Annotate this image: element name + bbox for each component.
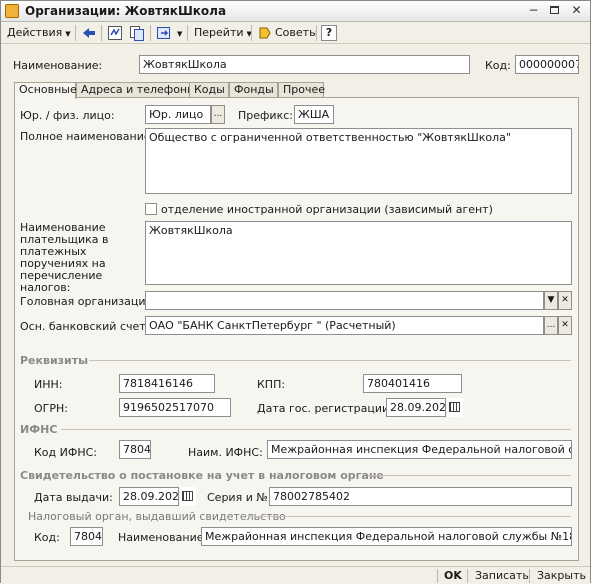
bank-account-clear-button[interactable]: ✕ [558,316,572,335]
inn-label: ИНН: [34,378,63,391]
full-name-textarea[interactable]: Общество с ограниченной ответственностью… [145,128,572,194]
certificate-divider [368,475,571,476]
issue-date-input[interactable]: 28.09.2022 [119,487,179,506]
inn-input[interactable]: 7818416146 [119,374,215,393]
head-org-field[interactable] [145,291,544,310]
reg-date-input[interactable]: 28.09.2022 [386,398,446,417]
chevron-down-icon: ▼ [65,30,71,38]
foreign-branch-checkbox[interactable] [145,203,157,215]
requisites-section-title: Реквизиты [20,354,89,367]
tips-button[interactable]: Советы [275,25,318,41]
actions-menu-button[interactable]: Действия ▼ [7,25,71,41]
goto-menu-label: Перейти [194,26,244,39]
ogrn-input[interactable]: 9196502517070 [119,398,231,417]
tab-addresses[interactable]: Адреса и телефоны [76,82,202,98]
move-icon[interactable] [156,25,172,41]
legal-type-label: Юр. / физ. лицо: [20,109,115,122]
ogrn-label: ОГРН: [34,402,68,415]
maximize-button[interactable] [546,3,563,19]
authority-code-label: Код: [34,531,60,544]
chevron-down-icon: ▼ [177,30,183,38]
back-arrow-icon[interactable] [81,25,97,41]
window-title: Организации: ЖовтякШкола [25,4,227,18]
series-label: Серия и №: [207,491,272,504]
code-input[interactable]: 000000007 [515,55,579,74]
close-window-button[interactable]: ✕ [568,3,585,19]
name-input[interactable]: ЖовтякШкола [139,55,470,74]
tax-authority-divider [248,516,571,517]
full-name-label: Полное наименование: [20,130,155,143]
head-org-dropdown-button[interactable]: ▼ [544,291,558,310]
title-bar[interactable]: Организации: ЖовтякШкола − ✕ [1,1,590,22]
toolbar: Действия ▼ ▼ Перейти ▼ Советы ? [1,22,590,44]
toolbar-separator [316,25,317,41]
tab-other[interactable]: Прочее [278,82,325,98]
copy-icon[interactable] [129,25,145,41]
bank-account-label: Осн. банковский счет: [20,320,150,333]
legal-type-select-button[interactable]: ... [211,105,225,124]
authority-name-input[interactable]: Межрайонная инспекция Федеральной налого… [201,527,572,546]
bank-account-select-button[interactable]: ... [544,316,558,335]
minimize-button[interactable]: − [525,3,542,19]
certificate-section-title: Свидетельство о постановке на учет в нал… [20,469,384,482]
name-label: Наименование: [13,59,103,72]
save-button[interactable]: Записать [475,569,529,583]
kpp-label: КПП: [257,378,286,391]
authority-name-label: Наименование: [118,531,208,544]
toolbar-separator [150,25,151,41]
toolbar-separator [187,25,188,41]
ifns-code-label: Код ИФНС: [34,446,97,459]
tab-main[interactable]: Основные [14,82,77,99]
prefix-label: Префикс: [238,109,293,122]
head-org-label: Головная организация: [20,295,156,308]
code-label: Код: [485,59,511,72]
payer-name-label: Наименование плательщика в платежных пор… [20,221,109,294]
calendar-icon [449,402,460,412]
kpp-input[interactable]: 780401416 [363,374,462,393]
foreign-branch-label: отделение иностранной организации (завис… [161,203,493,216]
maximize-icon [550,6,559,14]
dialog-footer: OK Записать Закрыть [1,566,590,584]
footer-separator [467,569,468,583]
refresh-icon[interactable] [107,25,123,41]
legal-type-field[interactable]: Юр. лицо [145,105,211,124]
ifns-divider [61,429,571,430]
toolbar-separator [101,25,102,41]
goto-menu-button[interactable]: Перейти ▼ [194,25,252,41]
prefix-input[interactable]: ЖША [294,105,334,124]
ifns-name-input[interactable]: Межрайонная инспекция Федеральной налого… [267,440,572,459]
bank-account-field[interactable]: ОАО "БАНК СанктПетербург " (Расчетный) [145,316,544,335]
ifns-code-input[interactable]: 7804 [119,440,151,459]
series-input[interactable]: 78002785402 [269,487,572,506]
move-menu-chevron[interactable]: ▼ [174,25,182,41]
actions-menu-label: Действия [7,26,63,39]
reg-date-calendar-button[interactable] [447,398,463,417]
footer-separator [529,569,530,583]
help-icon[interactable]: ? [321,25,337,41]
ok-button[interactable]: OK [444,569,462,583]
close-button[interactable]: Закрыть [537,569,586,583]
issue-date-calendar-button[interactable] [180,487,196,506]
authority-code-input[interactable]: 7804 [70,527,103,546]
issue-date-label: Дата выдачи: [34,491,113,504]
app-icon [5,4,19,18]
tips-icon[interactable] [257,25,273,41]
ifns-name-label: Наим. ИФНС: [188,446,263,459]
tab-funds[interactable]: Фонды [229,82,278,98]
dialog-window: Организации: ЖовтякШкола − ✕ Действия ▼ ▼… [0,0,591,584]
requisites-divider [89,360,571,361]
payer-name-textarea[interactable]: ЖовтякШкола [145,221,572,285]
tab-codes[interactable]: Коды [189,82,229,98]
head-org-clear-button[interactable]: ✕ [558,291,572,310]
calendar-icon [182,491,193,501]
reg-date-label: Дата гос. регистрации: [257,402,393,415]
ifns-section-title: ИФНС [20,423,58,436]
toolbar-separator [251,25,252,41]
toolbar-separator [75,25,76,41]
footer-separator [437,569,438,583]
